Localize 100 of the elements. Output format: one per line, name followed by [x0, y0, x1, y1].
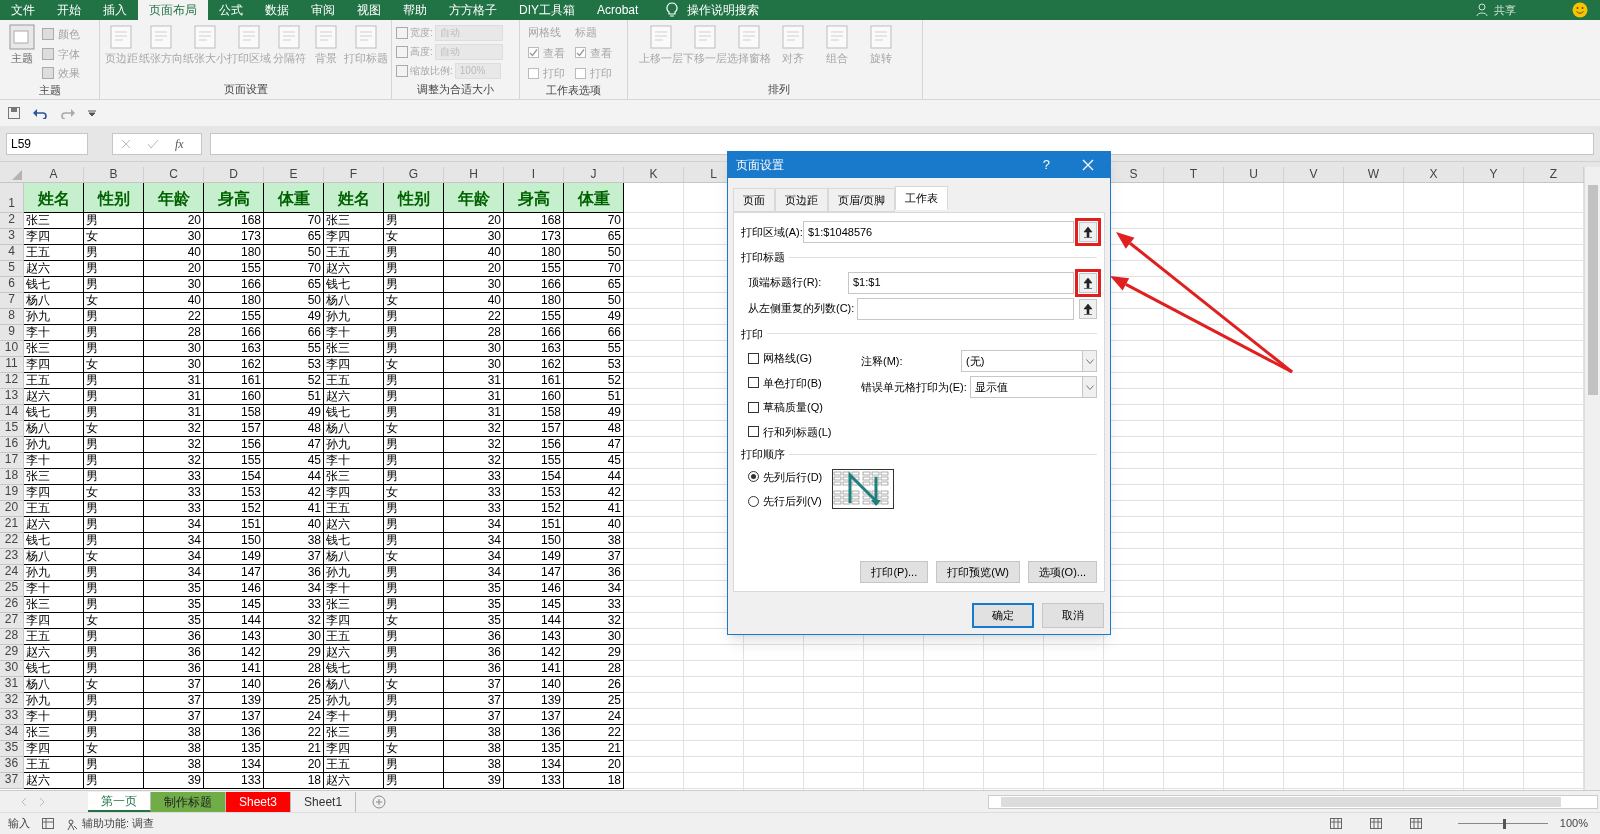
column-header[interactable]: E — [264, 167, 324, 182]
input-field[interactable] — [857, 297, 1074, 320]
column-header[interactable]: B — [84, 167, 144, 182]
checkbox[interactable] — [748, 426, 759, 438]
input-field[interactable]: $1:$1048576 — [803, 221, 1074, 243]
menu-tab[interactable]: 审阅 — [300, 0, 346, 20]
column-header[interactable]: I — [504, 167, 564, 182]
menu-tab[interactable]: 文件 — [0, 0, 46, 20]
checkbox[interactable] — [528, 67, 539, 79]
radio-button[interactable] — [748, 471, 759, 483]
menu-tab[interactable]: DIY工具箱 — [508, 0, 586, 20]
dialog-tab[interactable]: 页眉/页脚 — [828, 188, 896, 212]
row-header[interactable]: 18 — [0, 469, 24, 485]
menu-tab[interactable]: 视图 — [346, 0, 392, 20]
menu-tab[interactable]: 开始 — [46, 0, 92, 20]
sheet-tab[interactable]: 第一页 — [88, 791, 151, 812]
row-header[interactable]: 13 — [0, 389, 24, 405]
row-header[interactable]: 37 — [0, 773, 24, 789]
row-header[interactable]: 8 — [0, 309, 24, 325]
row-header[interactable]: 35 — [0, 741, 24, 757]
share-button[interactable]: 共享 — [1494, 1, 1516, 19]
dialog-tab[interactable]: 页边距 — [775, 188, 828, 212]
row-header[interactable]: 15 — [0, 421, 24, 437]
row-header[interactable]: 2 — [0, 213, 24, 229]
sheet-tab[interactable]: Sheet1 — [291, 791, 357, 812]
scrollbar[interactable] — [1584, 167, 1600, 790]
dialog-button[interactable]: 打印预览(W) — [936, 561, 1020, 583]
column-header[interactable]: U — [1224, 167, 1284, 182]
checkbox[interactable] — [528, 47, 539, 59]
help-button[interactable]: ? — [1042, 155, 1050, 175]
row-header[interactable]: 36 — [0, 757, 24, 773]
menu-tab[interactable]: Acrobat — [586, 0, 650, 20]
row-header[interactable]: 31 — [0, 677, 24, 693]
row-header[interactable]: 17 — [0, 453, 24, 469]
row-header[interactable]: 28 — [0, 629, 24, 645]
search-hint[interactable]: 操作说明搜索 — [687, 1, 760, 19]
row-header[interactable]: 34 — [0, 725, 24, 741]
zoom-level[interactable]: 100% — [1559, 815, 1588, 832]
column-header[interactable]: K — [624, 167, 684, 182]
row-header[interactable]: 27 — [0, 613, 24, 629]
column-header[interactable]: D — [204, 167, 264, 182]
row-header[interactable]: 19 — [0, 485, 24, 501]
checkbox[interactable] — [575, 47, 586, 59]
column-header[interactable]: Y — [1464, 167, 1524, 182]
row-header[interactable]: 12 — [0, 373, 24, 389]
row-header[interactable]: 7 — [0, 293, 24, 309]
row-header[interactable]: 21 — [0, 517, 24, 533]
column-header[interactable]: C — [144, 167, 204, 182]
collapse-button[interactable] — [1079, 298, 1097, 319]
row-header[interactable]: 24 — [0, 565, 24, 581]
row-header[interactable]: 26 — [0, 597, 24, 613]
dialog-tab[interactable]: 工作表 — [895, 186, 949, 210]
column-header[interactable]: V — [1284, 167, 1344, 182]
name-box[interactable]: L59 — [6, 132, 88, 155]
menu-tab[interactable]: 页面布局 — [138, 0, 208, 20]
column-header[interactable]: G — [384, 167, 444, 182]
row-header[interactable]: 32 — [0, 693, 24, 709]
row-header[interactable]: 16 — [0, 437, 24, 453]
menu-tab[interactable]: 公式 — [208, 0, 254, 20]
zoom-slider[interactable] — [1457, 818, 1548, 829]
column-header[interactable]: F — [324, 167, 384, 182]
formula-field[interactable] — [210, 132, 1594, 155]
column-header[interactable]: T — [1164, 167, 1224, 182]
row-header[interactable]: 33 — [0, 709, 24, 725]
checkbox[interactable] — [748, 377, 759, 389]
menu-tab[interactable]: 数据 — [254, 0, 300, 20]
function-button[interactable]: fx — [175, 134, 184, 153]
row-header[interactable]: 30 — [0, 661, 24, 677]
dialog-button[interactable]: 打印(P)... — [860, 561, 929, 583]
row-header[interactable]: 23 — [0, 549, 24, 565]
column-header[interactable]: W — [1344, 167, 1404, 182]
column-header[interactable]: A — [24, 167, 84, 182]
row-header[interactable]: 4 — [0, 245, 24, 261]
row-header[interactable]: 9 — [0, 325, 24, 341]
row-header[interactable]: 25 — [0, 581, 24, 597]
row-header[interactable]: 1 — [0, 183, 24, 213]
row-header[interactable]: 11 — [0, 357, 24, 373]
menu-tab[interactable]: 帮助 — [392, 0, 438, 20]
row-header[interactable]: 14 — [0, 405, 24, 421]
sheet-tab[interactable]: Sheet3 — [226, 791, 292, 812]
checkbox[interactable] — [748, 401, 759, 413]
ok-button[interactable]: 确定 — [972, 603, 1034, 628]
checkbox[interactable] — [575, 67, 586, 79]
dropdown-field[interactable]: 显示值 — [969, 376, 1097, 398]
row-header[interactable]: 6 — [0, 277, 24, 293]
row-header[interactable]: 29 — [0, 645, 24, 661]
menu-tab[interactable]: 插入 — [92, 0, 138, 20]
row-header[interactable]: 5 — [0, 261, 24, 277]
cancel-button[interactable]: 取消 — [1042, 603, 1104, 628]
radio-button[interactable] — [748, 495, 759, 507]
dialog-tab[interactable]: 页面 — [733, 188, 775, 212]
dropdown-field[interactable]: (无) — [961, 350, 1097, 372]
checkbox[interactable] — [748, 352, 759, 364]
dialog-button[interactable]: 选项(O)... — [1027, 561, 1097, 583]
status-text[interactable]: 辅助功能: 调查 — [82, 815, 155, 832]
menu-tab[interactable]: 方方格子 — [438, 0, 508, 20]
row-header[interactable]: 22 — [0, 533, 24, 549]
theme-button[interactable]: 主题 — [11, 50, 33, 67]
column-header[interactable]: J — [564, 167, 624, 182]
row-header[interactable]: 3 — [0, 229, 24, 245]
